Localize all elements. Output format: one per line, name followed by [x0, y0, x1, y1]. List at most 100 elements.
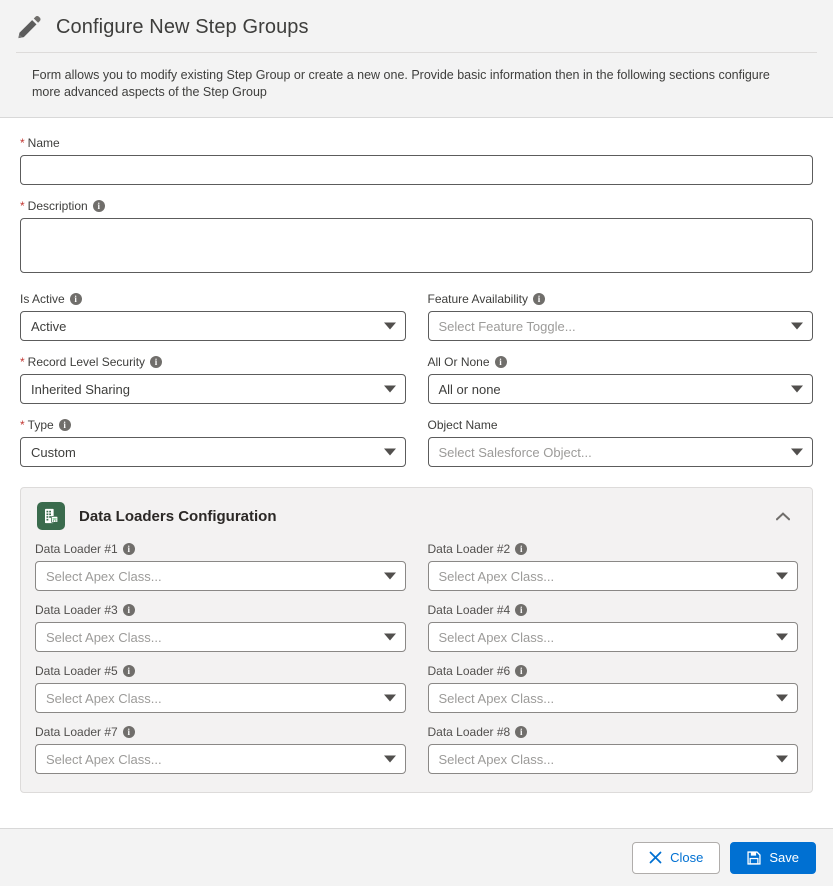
label-data-loader-6-text: Data Loader #6: [428, 664, 511, 678]
building-store-icon: [37, 502, 65, 530]
label-feature-availability: Feature Availability i: [428, 292, 814, 306]
label-is-active: Is Active i: [20, 292, 406, 306]
data-loader-5-select[interactable]: Select Apex Class...: [35, 683, 406, 713]
label-all-or-none-text: All Or None: [428, 355, 490, 369]
type-value: Custom: [31, 445, 76, 460]
label-data-loader-7: Data Loader #7 i: [35, 725, 406, 739]
label-data-loader-1-text: Data Loader #1: [35, 542, 118, 556]
save-button-label: Save: [769, 850, 799, 865]
data-loader-3-placeholder: Select Apex Class...: [46, 630, 162, 645]
field-name: * Name: [20, 136, 813, 185]
field-data-loader-2: Data Loader #2 i Select Apex Class...: [428, 542, 799, 603]
label-data-loader-8: Data Loader #8 i: [428, 725, 799, 739]
all-or-none-value: All or none: [439, 382, 501, 397]
row-active-feature: Is Active i Active Feature Availability: [20, 292, 813, 355]
label-record-level-security-text: Record Level Security: [28, 355, 145, 369]
info-icon[interactable]: i: [533, 293, 545, 305]
label-data-loader-5: Data Loader #5 i: [35, 664, 406, 678]
loader-row-4: Data Loader #7 i Select Apex Class...: [35, 725, 798, 786]
name-input[interactable]: [20, 155, 813, 185]
label-data-loader-1: Data Loader #1 i: [35, 542, 406, 556]
data-loader-6-select[interactable]: Select Apex Class...: [428, 683, 799, 713]
info-icon[interactable]: i: [515, 543, 527, 555]
label-description: * Description i: [20, 199, 813, 213]
info-icon[interactable]: i: [123, 726, 135, 738]
info-icon[interactable]: i: [515, 665, 527, 677]
field-data-loader-6: Data Loader #6 i Select Apex Class...: [428, 664, 799, 725]
floppy-disk-icon: [747, 851, 761, 865]
label-type-text: Type: [28, 418, 54, 432]
row-type-object: * Type i Custom Object Name: [20, 418, 813, 481]
info-icon[interactable]: i: [123, 543, 135, 555]
label-data-loader-5-text: Data Loader #5: [35, 664, 118, 678]
info-icon[interactable]: i: [515, 726, 527, 738]
save-button[interactable]: Save: [730, 842, 816, 874]
info-icon[interactable]: i: [123, 604, 135, 616]
row-security-allornone: * Record Level Security i Inherited Shar…: [20, 355, 813, 418]
label-data-loader-8-text: Data Loader #8: [428, 725, 511, 739]
field-is-active: Is Active i Active: [20, 292, 406, 355]
field-record-level-security: * Record Level Security i Inherited Shar…: [20, 355, 406, 418]
info-icon[interactable]: i: [150, 356, 162, 368]
pencil-icon: [16, 14, 42, 40]
field-data-loader-1: Data Loader #1 i Select Apex Class...: [35, 542, 406, 603]
data-loader-8-select[interactable]: Select Apex Class...: [428, 744, 799, 774]
label-data-loader-3-text: Data Loader #3: [35, 603, 118, 617]
data-loader-5-placeholder: Select Apex Class...: [46, 691, 162, 706]
label-data-loader-3: Data Loader #3 i: [35, 603, 406, 617]
data-loader-1-select[interactable]: Select Apex Class...: [35, 561, 406, 591]
info-icon[interactable]: i: [93, 200, 105, 212]
info-icon[interactable]: i: [59, 419, 71, 431]
label-object-name: Object Name: [428, 418, 814, 432]
label-all-or-none: All Or None i: [428, 355, 814, 369]
type-select[interactable]: Custom: [20, 437, 406, 467]
close-button-label: Close: [670, 850, 703, 865]
field-all-or-none: All Or None i All or none: [428, 355, 814, 418]
required-asterisk: *: [20, 355, 25, 369]
data-loader-4-select[interactable]: Select Apex Class...: [428, 622, 799, 652]
field-type: * Type i Custom: [20, 418, 406, 481]
field-data-loader-4: Data Loader #4 i Select Apex Class...: [428, 603, 799, 664]
info-icon[interactable]: i: [515, 604, 527, 616]
data-loader-7-select[interactable]: Select Apex Class...: [35, 744, 406, 774]
record-level-security-select[interactable]: Inherited Sharing: [20, 374, 406, 404]
info-icon[interactable]: i: [70, 293, 82, 305]
info-icon[interactable]: i: [495, 356, 507, 368]
label-data-loader-7-text: Data Loader #7: [35, 725, 118, 739]
is-active-select[interactable]: Active: [20, 311, 406, 341]
data-loader-8-placeholder: Select Apex Class...: [439, 752, 555, 767]
data-loaders-configuration-section: Data Loaders Configuration Data Loader #…: [20, 487, 813, 793]
field-feature-availability: Feature Availability i Select Feature To…: [428, 292, 814, 355]
field-data-loader-7: Data Loader #7 i Select Apex Class...: [35, 725, 406, 786]
data-loader-4-placeholder: Select Apex Class...: [439, 630, 555, 645]
object-name-select[interactable]: Select Salesforce Object...: [428, 437, 814, 467]
data-loader-3-select[interactable]: Select Apex Class...: [35, 622, 406, 652]
section-header[interactable]: Data Loaders Configuration: [35, 498, 798, 542]
chevron-up-icon[interactable]: [770, 504, 796, 528]
close-button[interactable]: Close: [632, 842, 720, 874]
feature-availability-placeholder: Select Feature Toggle...: [439, 319, 576, 334]
record-level-security-value: Inherited Sharing: [31, 382, 130, 397]
header-title-row: Configure New Step Groups: [16, 14, 817, 52]
section-title: Data Loaders Configuration: [79, 508, 756, 525]
required-asterisk: *: [20, 136, 25, 150]
label-name-text: Name: [28, 136, 60, 150]
data-loader-7-placeholder: Select Apex Class...: [46, 752, 162, 767]
loader-row-1: Data Loader #1 i Select Apex Class...: [35, 542, 798, 603]
close-x-icon: [649, 851, 662, 864]
label-data-loader-4-text: Data Loader #4: [428, 603, 511, 617]
data-loader-2-select[interactable]: Select Apex Class...: [428, 561, 799, 591]
is-active-value: Active: [31, 319, 66, 334]
field-description: * Description i: [20, 199, 813, 278]
data-loader-1-placeholder: Select Apex Class...: [46, 569, 162, 584]
dialog-footer: Close Save: [0, 829, 833, 886]
all-or-none-select[interactable]: All or none: [428, 374, 814, 404]
feature-availability-select[interactable]: Select Feature Toggle...: [428, 311, 814, 341]
label-record-level-security: * Record Level Security i: [20, 355, 406, 369]
label-data-loader-4: Data Loader #4 i: [428, 603, 799, 617]
loader-row-3: Data Loader #5 i Select Apex Class...: [35, 664, 798, 725]
description-textarea[interactable]: [20, 218, 813, 273]
label-data-loader-2-text: Data Loader #2: [428, 542, 511, 556]
info-icon[interactable]: i: [123, 665, 135, 677]
dialog-header: Configure New Step Groups Form allows yo…: [0, 0, 833, 117]
